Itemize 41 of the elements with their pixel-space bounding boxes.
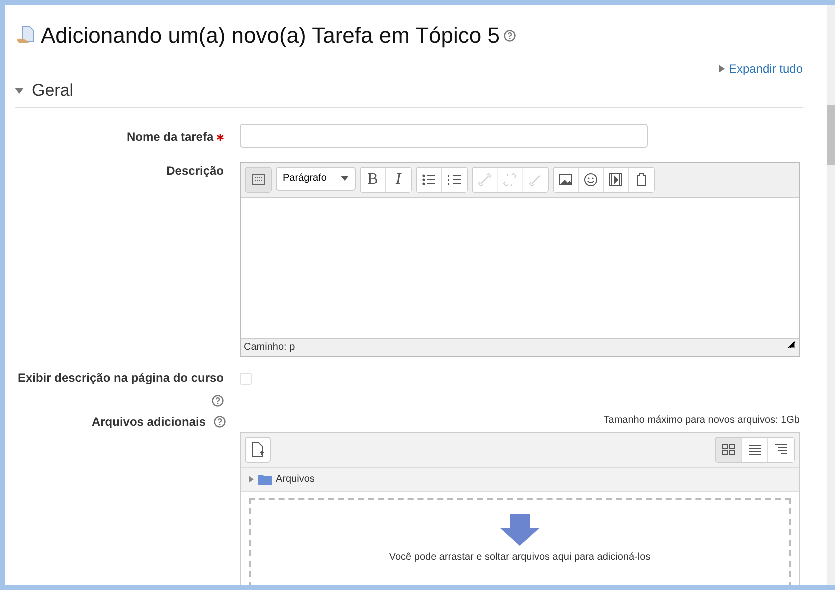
smiley-icon — [583, 172, 599, 188]
caret-down-icon — [341, 176, 349, 181]
help-icon[interactable] — [214, 416, 226, 428]
caret-right-icon — [718, 65, 725, 73]
section-title[interactable]: Geral — [32, 78, 74, 104]
page-title: Adicionando um(a) novo(a) Tarefa em Tópico 5 — [41, 22, 500, 50]
grid-icon — [720, 442, 736, 458]
max-size-note: Tamanho máximo para novos arquivos: 1Gb — [604, 414, 800, 426]
caret-right-icon — [249, 476, 254, 482]
drop-hint: Você pode arrastar e soltar arquivos aqui para adicioná-los — [389, 550, 651, 564]
toolbar-button[interactable]: B — [361, 168, 386, 192]
add-file-icon — [250, 442, 266, 458]
format-dropdown[interactable]: Parágrafo — [276, 166, 356, 190]
text-input[interactable] — [240, 124, 648, 148]
help-icon[interactable] — [212, 394, 224, 406]
broken-link-icon — [502, 172, 518, 188]
field-label: Exibir descrição na página do curso — [18, 370, 224, 386]
resize-grip-icon[interactable] — [787, 340, 796, 348]
editor-path: Caminho: p — [244, 340, 296, 354]
field-label: Arquivos adicionais — [92, 414, 206, 430]
field-label: Descrição — [166, 164, 224, 178]
add-file-button[interactable] — [245, 436, 271, 462]
folder-icon — [258, 474, 272, 484]
scrollbar[interactable] — [827, 5, 835, 585]
checkbox[interactable] — [240, 372, 252, 384]
toolbar-button[interactable] — [417, 168, 442, 192]
folder-link[interactable]: Arquivos — [276, 472, 315, 486]
image-icon — [558, 172, 574, 188]
film-icon — [608, 172, 624, 188]
keyboard-icon — [250, 172, 266, 188]
drop-zone[interactable]: Você pode arrastar e soltar arquivos aqui para adicioná-los — [249, 498, 791, 585]
caret-down-icon[interactable] — [15, 88, 24, 94]
link-icon — [477, 172, 493, 188]
help-icon[interactable] — [504, 30, 516, 42]
view-button[interactable] — [716, 438, 742, 462]
expand-all-link[interactable]: Expandir tudo — [728, 60, 803, 78]
tree-list-icon — [773, 442, 789, 458]
toolbar-button[interactable] — [554, 168, 579, 192]
field-label: Nome da tarefa — [126, 130, 214, 144]
bullet-list-icon — [421, 172, 437, 188]
down-arrow-icon — [500, 514, 540, 546]
